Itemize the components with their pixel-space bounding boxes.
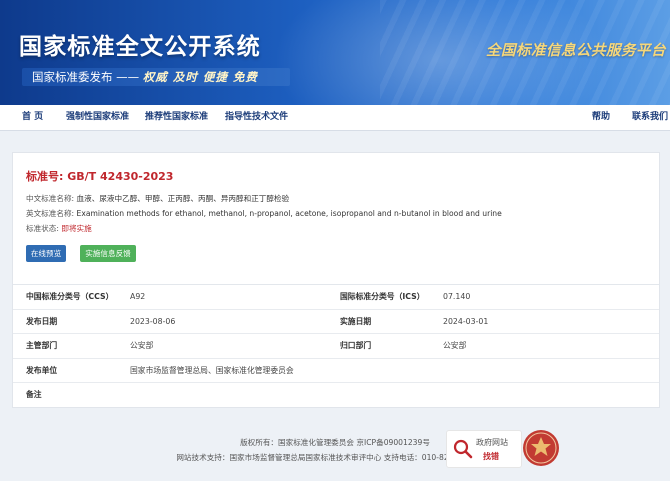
implement-date-value: 2024-03-01 [443, 316, 489, 326]
standard-number-label: 标准号: [26, 170, 64, 183]
table-row: 中国标准分类号（CCS） A92 国际标准分类号（ICS） 07.140 [13, 285, 659, 310]
feedback-button[interactable]: 实施信息反馈 [80, 245, 136, 262]
slogan-motto: 权威 及时 便捷 免费 [142, 70, 258, 84]
en-name-label: 英文标准名称: [26, 209, 75, 218]
remarks-label: 备注 [26, 390, 42, 399]
publish-date-label: 发布日期 [26, 316, 58, 326]
magnifier-icon [453, 439, 473, 459]
main-nav: 首 页 强制性国家标准 推荐性国家标准 指导性技术文件 帮助 联系我们 [0, 105, 670, 131]
nav-home[interactable]: 首 页 [22, 105, 43, 130]
nav-contact-us[interactable]: 联系我们 [632, 105, 668, 130]
slogan-bar: 国家标准委发布 —— 权威 及时 便捷 免费 [22, 68, 290, 86]
badge-line1: 政府网站 [476, 438, 508, 447]
status-label: 标准状态: [26, 224, 59, 233]
en-name-line: 英文标准名称: Examination methods for ethanol,… [26, 208, 502, 219]
party-gov-emblem[interactable] [523, 430, 559, 466]
emblem-icon [525, 432, 557, 464]
platform-name: 全国标准信息公共服务平台 [486, 42, 666, 59]
details-table: 中国标准分类号（CCS） A92 国际标准分类号（ICS） 07.140 发布日… [13, 284, 659, 407]
cn-name-line: 中文标准名称: 血液、尿液中乙醇、甲醇、正丙醇、丙酮、异丙醇和正丁醇检验 [26, 193, 289, 204]
badge-line2: 找错 [483, 452, 499, 461]
ics-label: 国际标准分类号（ICS） [340, 292, 425, 301]
slogan-prefix: 国家标准委发布 —— [32, 70, 140, 84]
publish-date-value: 2023-08-06 [130, 316, 176, 326]
gov-site-report-badge[interactable]: 政府网站 找错 [446, 430, 522, 468]
en-name-value: Examination methods for ethanol, methano… [76, 209, 502, 218]
footer-copyright: 版权所有：国家标准化管理委员会 京ICP备09001239号 [240, 438, 430, 447]
nav-mandatory-standards[interactable]: 强制性国家标准 [66, 105, 129, 130]
ics-value: 07.140 [443, 292, 471, 301]
footer-support: 网站技术支持：国家市场监督管理总局国家标准技术审评中心 支持电话：010-822… [0, 452, 670, 463]
responsible-dept-value: 公安部 [443, 341, 467, 350]
table-row: 备注 [13, 383, 659, 407]
issuer-label: 发布单位 [26, 365, 58, 375]
nav-recommended-standards[interactable]: 推荐性国家标准 [145, 105, 208, 130]
competent-dept-value: 公安部 [130, 341, 154, 350]
nav-guidance-documents[interactable]: 指导性技术文件 [225, 105, 288, 130]
issuer-value: 国家市场监督管理总局、国家标准化管理委员会 [130, 365, 294, 375]
site-banner: 国家标准全文公开系统 国家标准委发布 —— 权威 及时 便捷 免费 全国标准信息… [0, 0, 670, 105]
responsible-dept-label: 归口部门 [340, 341, 372, 350]
nav-help[interactable]: 帮助 [592, 105, 610, 130]
table-row: 发布日期 2023-08-06 实施日期 2024-03-01 [13, 310, 659, 334]
online-preview-button[interactable]: 在线预览 [26, 245, 66, 262]
footer-support-text: 网站技术支持：国家市场监督管理总局国家标准技术审评中心 支持电话：010-822… [176, 453, 459, 462]
table-row: 发布单位 国家市场监督管理总局、国家标准化管理委员会 [13, 359, 659, 383]
cn-name-value: 血液、尿液中乙醇、甲醇、正丙醇、丙酮、异丙醇和正丁醇检验 [76, 194, 290, 203]
standard-detail-card: 标准号: GB/T 42430-2023 中文标准名称: 血液、尿液中乙醇、甲醇… [12, 152, 660, 408]
status-badge: 即将实施 [61, 224, 92, 233]
standard-number: 标准号: GB/T 42430-2023 [26, 168, 173, 184]
cn-name-label: 中文标准名称: [26, 194, 75, 203]
site-title: 国家标准全文公开系统 [19, 34, 261, 60]
status-line: 标准状态: 即将实施 [26, 223, 92, 234]
ccs-value: A92 [130, 292, 146, 301]
competent-dept-label: 主管部门 [26, 341, 58, 350]
implement-date-label: 实施日期 [340, 316, 372, 326]
table-row: 主管部门 公安部 归口部门 公安部 [13, 334, 659, 359]
ccs-label: 中国标准分类号（CCS） [26, 292, 114, 301]
standard-number-value: GB/T 42430-2023 [67, 170, 174, 183]
